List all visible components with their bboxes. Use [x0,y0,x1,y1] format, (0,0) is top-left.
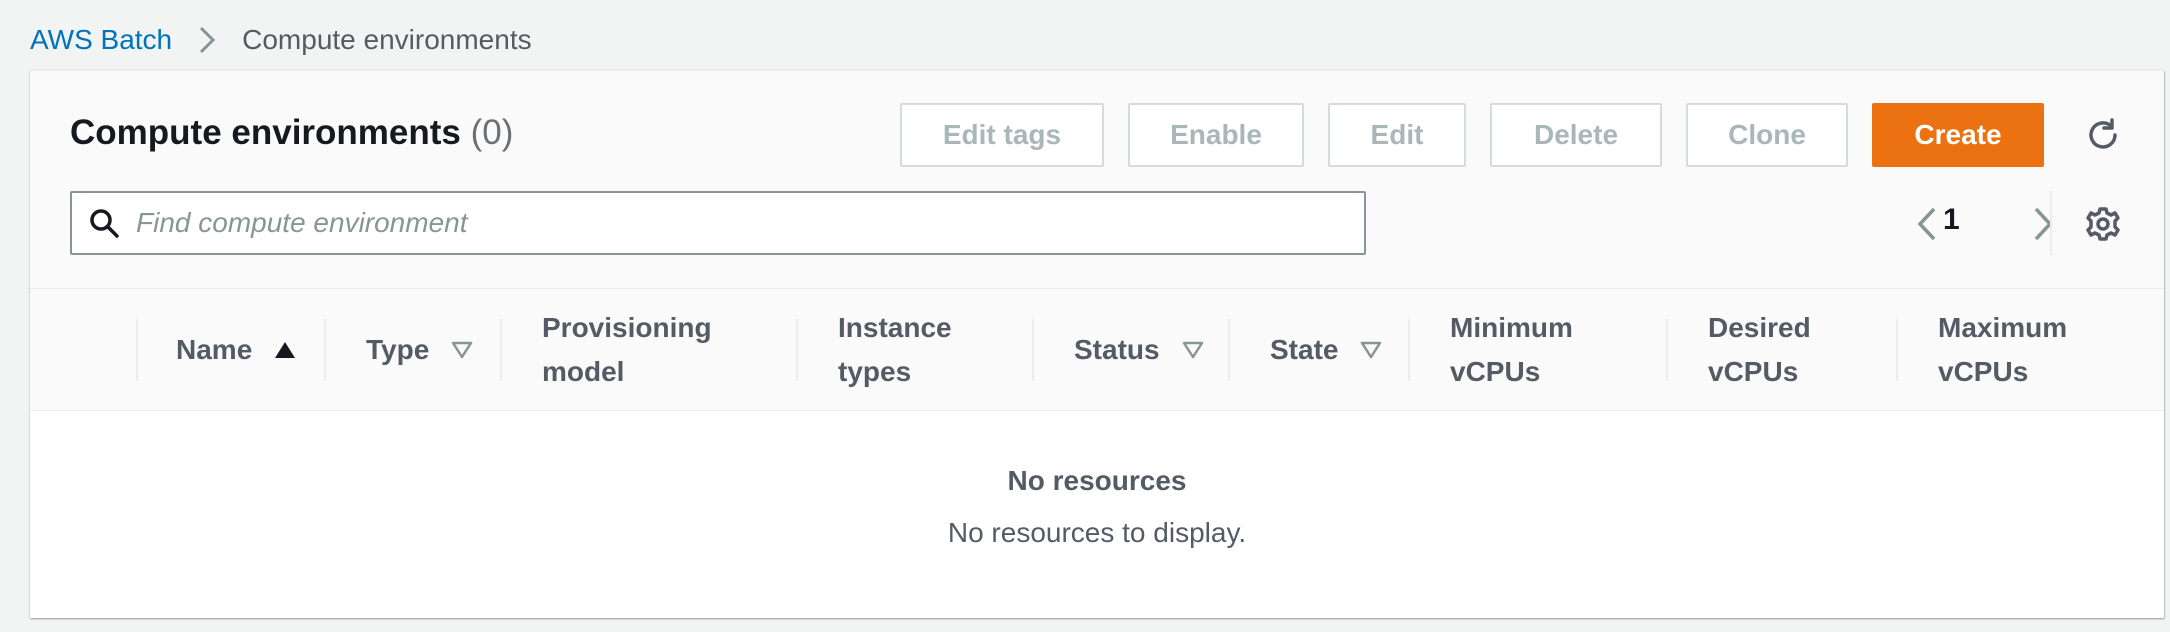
table-header: Name Type Provisioning model Instance ty… [30,289,2164,411]
gear-icon[interactable] [2078,199,2128,249]
column-separator [1408,319,1410,381]
breadcrumb: AWS Batch Compute environments [30,20,532,60]
search-icon [72,207,136,239]
panel-title-text: Compute environments [70,113,461,152]
chevron-right-icon[interactable] [2018,199,2068,249]
column-separator [136,319,138,381]
column-instance-label-2: types [838,356,912,387]
column-header-provisioning-model[interactable]: Provisioning model [542,289,712,411]
current-page-number[interactable]: 1 [1943,203,1960,237]
search-field[interactable] [70,191,1366,255]
column-separator [1666,319,1668,381]
create-button[interactable]: Create [1872,103,2044,167]
column-type-label: Type [366,334,430,365]
clone-button[interactable]: Clone [1686,103,1848,167]
sort-caret-down-icon [1360,341,1382,359]
column-instance-label-1: Instance [838,312,952,343]
column-max-label-1: Maximum [1938,312,2068,343]
empty-state-text: No resources to display. [947,517,1247,548]
column-desired-label-1: Desired [1708,312,1811,343]
sort-ascending-icon [274,341,296,359]
column-name-label: Name [176,334,253,365]
search-input[interactable] [136,193,1336,253]
refresh-icon[interactable] [2078,110,2128,160]
column-header-type[interactable]: Type [366,289,473,411]
column-min-label-2: vCPUs [1450,356,1541,387]
column-separator [1032,319,1034,381]
sort-caret-down-icon [451,341,473,359]
column-separator [324,319,326,381]
column-provisioning-label-1: Provisioning [542,312,712,343]
edit-tags-button[interactable]: Edit tags [900,103,1104,167]
column-provisioning-label-2: model [542,356,625,387]
column-max-label-2: vCPUs [1938,356,2029,387]
column-separator [1896,319,1898,381]
panel-header: Compute environments (0) Edit tags Enabl… [30,71,2164,289]
chevron-right-icon [198,25,216,55]
column-desired-label-2: vCPUs [1708,356,1799,387]
column-header-desired-vcpus[interactable]: Desired vCPUs [1708,289,1811,411]
pager-divider [2050,191,2052,255]
column-status-label: Status [1074,334,1160,365]
column-header-status[interactable]: Status [1074,289,1204,411]
column-separator [500,319,502,381]
column-header-instance-types[interactable]: Instance types [838,289,952,411]
sort-caret-down-icon [1182,341,1204,359]
breadcrumb-current: Compute environments [242,24,532,55]
delete-button[interactable]: Delete [1490,103,1662,167]
column-separator [1228,319,1230,381]
enable-button[interactable]: Enable [1128,103,1304,167]
column-header-minimum-vcpus[interactable]: Minimum vCPUs [1450,289,1573,411]
resource-count: (0) [470,113,514,152]
column-header-name[interactable]: Name [176,289,296,411]
column-header-state[interactable]: State [1270,289,1382,411]
column-state-label: State [1270,334,1339,365]
breadcrumb-aws-batch-link[interactable]: AWS Batch [30,24,172,56]
empty-state-title: No resources [1007,465,1187,496]
edit-button[interactable]: Edit [1328,103,1466,167]
compute-environments-panel: Compute environments (0) Edit tags Enabl… [30,70,2164,618]
page-title: Compute environments (0) [70,113,513,153]
column-header-maximum-vcpus[interactable]: Maximum vCPUs [1938,289,2067,411]
column-separator [796,319,798,381]
column-min-label-1: Minimum [1450,312,1573,343]
